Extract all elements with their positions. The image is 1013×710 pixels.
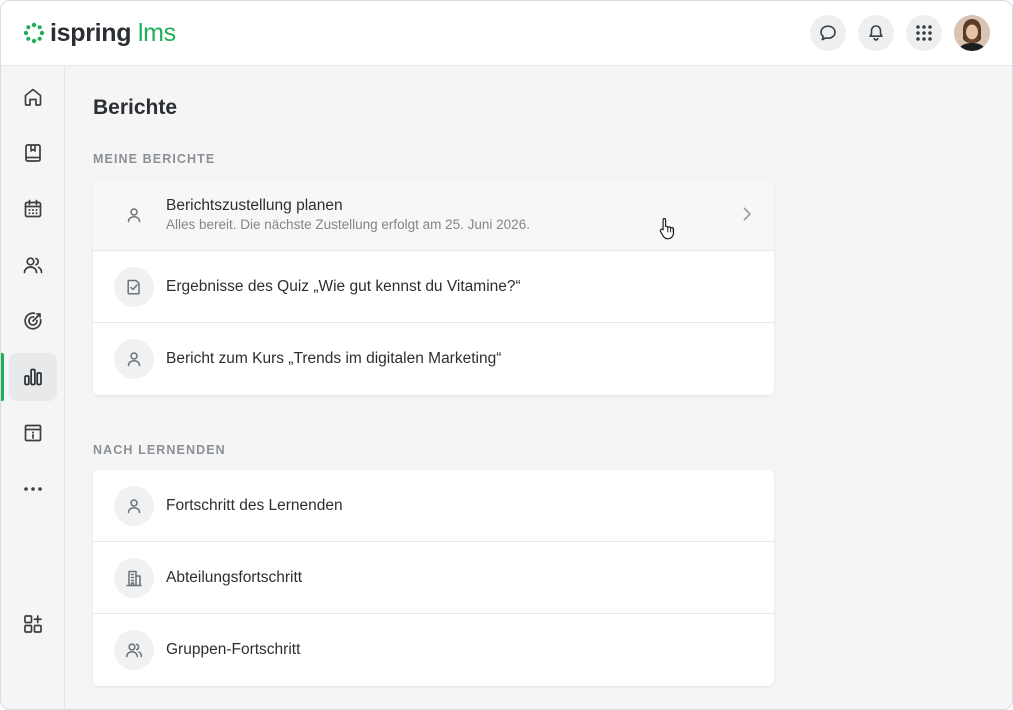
calendar-icon	[24, 199, 42, 218]
chat-button[interactable]	[810, 15, 846, 51]
sidebar	[1, 66, 65, 709]
row-text: Bericht zum Kurs „Trends im digitalen Ma…	[166, 350, 501, 368]
row-icon-wrap	[114, 339, 154, 379]
top-bar: ispring lms	[1, 1, 1012, 66]
main-content: Berichte MEINE BERICHTE Berichtszustellu…	[65, 66, 1012, 709]
user-avatar[interactable]	[954, 15, 990, 51]
page-title: Berichte	[93, 96, 178, 119]
row-title: Ergebnisse des Quiz „Wie gut kennst du V…	[166, 277, 521, 295]
row-title: Gruppen-Fortschritt	[166, 641, 301, 658]
row-text: Berichtszustellung planen Alles bereit. …	[166, 197, 530, 232]
home-icon	[24, 88, 42, 106]
row-title: Berichtszustellung planen	[166, 197, 343, 214]
report-row-department-progress[interactable]: Abteilungsfortschritt	[93, 542, 774, 614]
users-icon	[23, 257, 43, 274]
brand-name-part2: lms	[137, 19, 176, 47]
notifications-button[interactable]	[858, 15, 894, 51]
sidebar-item-add-widget[interactable]	[9, 600, 57, 648]
bell-icon	[869, 25, 883, 41]
row-icon-wrap	[114, 195, 154, 235]
more-icon	[24, 487, 42, 491]
sidebar-item-users[interactable]	[9, 241, 57, 289]
row-icon-wrap	[114, 267, 154, 307]
row-text: Ergebnisse des Quiz „Wie gut kennst du V…	[166, 278, 521, 296]
top-actions	[798, 15, 990, 51]
active-nav-indicator	[1, 353, 4, 401]
report-row-schedule-delivery[interactable]: Berichtszustellung planen Alles bereit. …	[93, 179, 774, 251]
bar-chart-icon	[24, 368, 42, 386]
sidebar-item-courses[interactable]	[9, 129, 57, 177]
avatar-image	[954, 15, 990, 51]
apps-button[interactable]	[906, 15, 942, 51]
sidebar-item-home[interactable]	[9, 73, 57, 121]
user-icon	[127, 208, 141, 223]
quiz-check-icon	[127, 279, 140, 295]
row-text: Abteilungsfortschritt	[166, 569, 302, 587]
sidebar-item-info[interactable]	[9, 409, 57, 457]
add-widget-icon	[24, 615, 42, 633]
brand-logo[interactable]: ispring lms	[23, 18, 176, 48]
group-icon	[126, 643, 143, 658]
sidebar-item-more[interactable]	[9, 465, 57, 513]
app-window: ispring lms Berichte MEINE BERICHTE Beri…	[0, 0, 1013, 710]
chevron-right-icon	[743, 207, 751, 221]
building-icon	[126, 570, 142, 587]
row-icon-wrap	[114, 630, 154, 670]
row-subtitle: Alles bereit. Die nächste Zustellung erf…	[166, 217, 530, 232]
sidebar-item-reports[interactable]	[9, 353, 57, 401]
learner-reports-card: Fortschritt des Lernenden Abteilungsfort…	[93, 470, 774, 686]
sidebar-item-calendar[interactable]	[9, 185, 57, 233]
report-row-course-report[interactable]: Bericht zum Kurs „Trends im digitalen Ma…	[93, 323, 774, 395]
brand-logo-mark	[23, 22, 45, 44]
row-title: Fortschritt des Lernenden	[166, 496, 343, 514]
user-icon	[127, 499, 141, 514]
row-text: Fortschritt des Lernenden	[166, 497, 343, 515]
user-icon	[127, 352, 141, 367]
brand-wordmark: ispring lms	[50, 18, 176, 48]
my-reports-card: Berichtszustellung planen Alles bereit. …	[93, 179, 774, 395]
section-label-my-reports: MEINE BERICHTE	[93, 152, 216, 166]
row-title: Abteilungsfortschritt	[166, 568, 303, 586]
apps-grid-icon	[916, 25, 932, 41]
target-icon	[24, 312, 42, 330]
row-title: Bericht zum Kurs „Trends im digitalen Ma…	[166, 350, 502, 367]
report-row-learner-progress[interactable]: Fortschritt des Lernenden	[93, 470, 774, 542]
row-text: Gruppen-Fortschritt	[166, 641, 300, 659]
report-row-group-progress[interactable]: Gruppen-Fortschritt	[93, 614, 774, 686]
report-row-quiz-results[interactable]: Ergebnisse des Quiz „Wie gut kennst du V…	[93, 251, 774, 323]
row-icon-wrap	[114, 558, 154, 598]
section-label-by-learners: NACH LERNENDEN	[93, 443, 226, 457]
book-icon	[25, 144, 41, 162]
row-icon-wrap	[114, 486, 154, 526]
sidebar-item-goals[interactable]	[9, 297, 57, 345]
brand-name-part1: ispring	[50, 19, 132, 47]
hand-cursor-icon	[659, 217, 675, 240]
info-archive-icon	[24, 424, 42, 442]
chat-icon	[820, 25, 836, 41]
